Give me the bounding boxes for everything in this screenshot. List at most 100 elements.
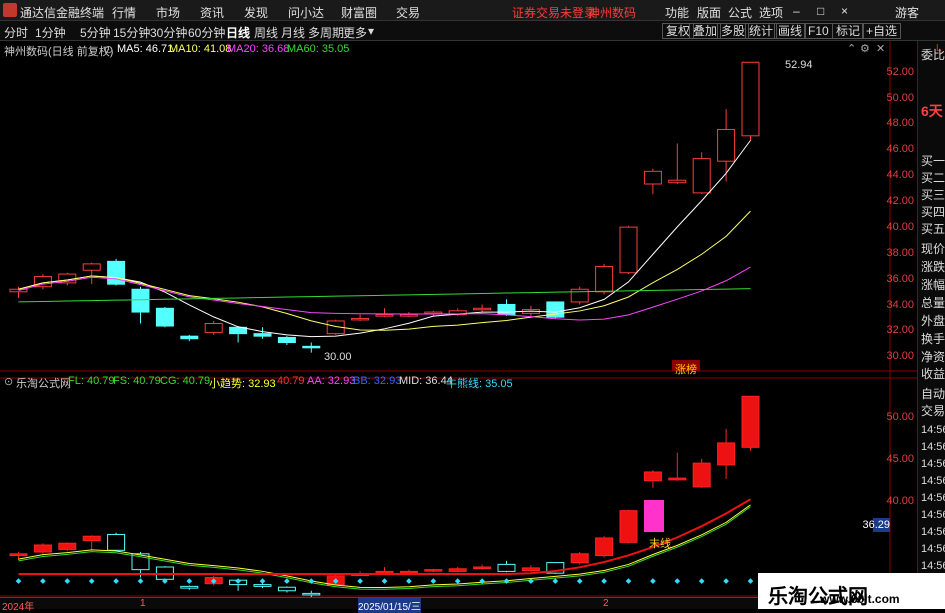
period-1min[interactable]: 1分钟 <box>35 24 66 41</box>
side-auto[interactable]: 自动 <box>921 386 945 402</box>
watermark-url: www.60lt.com <box>820 592 900 606</box>
menu-function[interactable]: 功能 <box>665 4 689 21</box>
bb-label: BB: 32.93 <box>353 375 402 387</box>
sub-candle-body <box>643 471 662 482</box>
close-panel-icon[interactable]: ✕ <box>876 42 885 55</box>
period-weekly[interactable]: 周线 <box>254 24 278 41</box>
sub-candle-body <box>302 592 321 596</box>
bull-bear-label: 牛熊线: 35.05 <box>446 378 513 390</box>
low-price-label: 30.00 <box>324 351 352 363</box>
period-monthly[interactable]: 月线 <box>281 24 305 41</box>
sub-candle-body <box>473 566 492 569</box>
menu-trade[interactable]: 交易 <box>396 4 420 21</box>
menu-options[interactable]: 选项 <box>759 4 783 21</box>
menu-discover[interactable]: 发现 <box>244 4 268 21</box>
sub-gear-icon[interactable]: ⊙ <box>4 375 13 388</box>
sub-price-tag: 36.29 <box>862 519 890 531</box>
y-tick: 52.00 <box>886 66 914 78</box>
date-tick: 1 <box>140 598 146 609</box>
y-tick: 48.00 <box>886 117 914 129</box>
candle-body <box>473 307 492 311</box>
sub-candle-body <box>107 533 126 551</box>
side-item: 换手 <box>921 332 945 346</box>
side-time: 14:56 <box>921 526 945 538</box>
period-30min[interactable]: 30分钟 <box>150 24 187 41</box>
tool-stats[interactable]: 统计 <box>745 23 778 39</box>
candle-body <box>131 288 150 313</box>
menu-ask[interactable]: 问小达 <box>288 4 324 21</box>
highlight-bar <box>644 500 664 532</box>
candle-body <box>302 345 321 349</box>
y-tick: 50.00 <box>886 92 914 104</box>
y-tick: 30.00 <box>886 350 914 362</box>
menu-market[interactable]: 行情 <box>112 4 136 21</box>
limit-up-tag: 涨榜 <box>675 364 697 376</box>
side-item: 买一 <box>921 154 945 168</box>
period-15min[interactable]: 15分钟 <box>113 24 150 41</box>
side-item: 现价 <box>921 242 945 256</box>
candle-body <box>424 311 443 315</box>
cg-label: CG: 40.79 <box>160 375 211 387</box>
side-time: 14:56 <box>921 441 945 453</box>
candle-body <box>643 170 662 185</box>
close-button[interactable]: × <box>841 4 848 18</box>
menu-wealth[interactable]: 财富圈 <box>341 4 377 21</box>
tool-f10[interactable]: F10 <box>804 23 833 39</box>
side-time: 14:56 <box>921 509 945 521</box>
candle-body <box>82 263 101 271</box>
fl-label: FL: 40.79 <box>68 375 115 387</box>
tool-mark[interactable]: 标记 <box>832 23 865 39</box>
sub-candle-body <box>570 553 589 564</box>
period-multi[interactable]: 多周期 <box>308 24 344 41</box>
date-tick: 2024年 <box>2 602 35 613</box>
side-item: 净资 <box>921 350 945 364</box>
chevron-up-icon[interactable]: ⌃ <box>847 42 856 55</box>
menu-news[interactable]: 资讯 <box>200 4 224 21</box>
candle-body <box>277 336 296 344</box>
fs-label: FS: 40.79 <box>113 375 161 387</box>
side-trade[interactable]: 交易 <box>921 403 945 419</box>
menu-layout[interactable]: 版面 <box>697 4 721 21</box>
menu-formula[interactable]: 公式 <box>728 4 752 21</box>
sub-candle-body <box>253 584 272 587</box>
candle-body <box>497 303 516 316</box>
top-menu-bar: 通达信金融终端 行情 市场 资讯 发现 问小达 财富圈 交易 证券交易未登录 神… <box>0 0 945 21</box>
tool-draw[interactable]: 画线 <box>774 23 807 39</box>
period-daily[interactable]: 日线 <box>226 24 250 41</box>
sub-candle-body <box>619 510 638 543</box>
period-60min[interactable]: 60分钟 <box>188 24 225 41</box>
sub-candle-body <box>58 542 77 550</box>
ma60-label: MA60: 35.05 <box>287 43 350 55</box>
maximize-button[interactable]: □ <box>817 4 824 18</box>
candle-body <box>253 333 272 337</box>
sub-candle-body <box>180 585 199 589</box>
main-chart-title: 神州数码(日线 前复权) <box>4 46 114 58</box>
period-more[interactable]: 更多 <box>343 24 367 41</box>
side-time: 14:56 <box>921 475 945 487</box>
stock-name-top: 神州数码 <box>588 6 637 20</box>
y-tick: 44.00 <box>886 169 914 181</box>
minimize-button[interactable]: – <box>793 4 800 18</box>
gear-icon[interactable]: ⊙ <box>104 43 113 56</box>
settings-icon[interactable]: ⚙ <box>860 42 870 55</box>
chevron-down-icon[interactable]: ▾ <box>368 24 374 38</box>
candle-body <box>33 276 52 288</box>
candle-body <box>180 335 199 340</box>
tool-add-favorite[interactable]: +自选 <box>862 23 902 39</box>
menu-markets[interactable]: 市场 <box>156 4 180 21</box>
app-title: 通达信金融终端 <box>20 6 105 20</box>
login-notice[interactable]: 证券交易未登录 <box>512 4 596 21</box>
guest-user[interactable]: 游客 <box>895 4 919 21</box>
side-item: 买五 <box>921 222 945 236</box>
sub-candle-body <box>277 586 296 592</box>
period-timeshare[interactable]: 分时 <box>4 24 28 41</box>
side-time: 14:56 <box>921 492 945 504</box>
period-5min[interactable]: 5分钟 <box>80 24 111 41</box>
period-toolbar: 分时 1分钟 5分钟 15分钟 30分钟 60分钟 日线 周线 月线 多周期 更… <box>0 21 945 41</box>
side-item: 涨跌 <box>921 260 945 274</box>
value-label: 40.79 <box>277 375 305 387</box>
quote-side-panel: L 委比 6天 买一 买二 买三 买四 买五 现价 涨跌 涨幅 总量 外盘 换手… <box>917 41 945 609</box>
candle-body <box>204 322 223 333</box>
chart-area[interactable] <box>0 41 917 597</box>
sub-candle-body <box>741 395 760 448</box>
